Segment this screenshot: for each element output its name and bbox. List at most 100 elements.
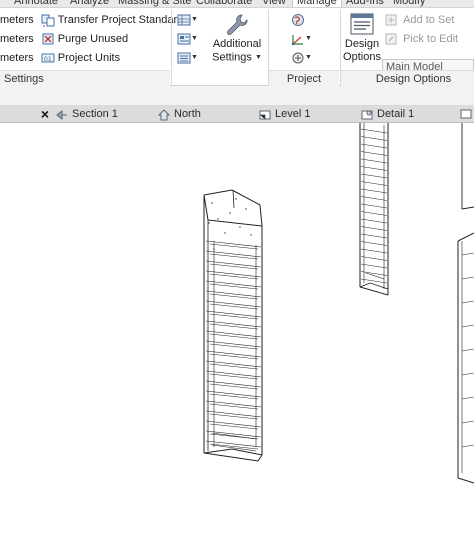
model-point bbox=[224, 232, 226, 234]
3d-view-canvas[interactable] bbox=[0, 123, 474, 535]
model-edge bbox=[209, 253, 259, 260]
transfer-standards-icon bbox=[41, 13, 55, 28]
pick-to-edit-label: Pick to Edit bbox=[403, 33, 459, 46]
model-edge bbox=[360, 226, 388, 231]
model-point bbox=[250, 234, 252, 236]
model-edge bbox=[360, 173, 388, 179]
tab-view[interactable]: View bbox=[262, 0, 286, 7]
model-edge bbox=[360, 241, 388, 246]
model-edge bbox=[457, 477, 474, 484]
close-view-icon[interactable]: × bbox=[38, 106, 52, 123]
model-edge bbox=[209, 303, 259, 310]
parameters-label: meters bbox=[0, 14, 34, 26]
design-options-panel-title: Design Options bbox=[341, 70, 474, 86]
model-edge bbox=[207, 219, 263, 227]
model-point bbox=[213, 248, 215, 250]
view-tab-label: North bbox=[174, 108, 201, 120]
view-tab-overflow[interactable] bbox=[460, 106, 474, 123]
tab-annotate[interactable]: Annotate bbox=[14, 0, 58, 7]
model-edge bbox=[209, 263, 259, 270]
model-edge bbox=[203, 452, 259, 462]
model-edge bbox=[360, 271, 388, 276]
add-to-set-icon bbox=[384, 13, 398, 27]
design-options-label-2: Options bbox=[343, 51, 381, 63]
model-point bbox=[217, 218, 219, 220]
model-edge bbox=[209, 343, 259, 350]
project-units-button[interactable]: meters 01 Project Units bbox=[0, 49, 120, 67]
purge-icon bbox=[41, 32, 55, 46]
globe-icon bbox=[291, 13, 305, 27]
additional-settings-label-1: Additional bbox=[212, 38, 262, 50]
transfer-project-standards-button[interactable]: meters Transfer Project Standards bbox=[0, 11, 189, 29]
additional-settings-label-2: Settings bbox=[212, 51, 252, 64]
view-tab-label: Section 1 bbox=[72, 108, 118, 120]
model-edge bbox=[360, 218, 388, 224]
model-edge bbox=[457, 232, 474, 242]
model-edge bbox=[209, 323, 259, 330]
view-tab-detail-1[interactable]: Detail 1 bbox=[361, 106, 414, 123]
model-edge bbox=[209, 363, 259, 370]
model-edge bbox=[360, 256, 388, 261]
model-edge bbox=[360, 136, 388, 141]
small-settings-dropdown-1[interactable]: ▼ bbox=[177, 11, 198, 29]
view-tab-bar: × Section 1 North Level 1 Detail 1 bbox=[0, 106, 474, 123]
coordinates-dropdown[interactable]: ▼ bbox=[291, 30, 312, 48]
model-edge bbox=[360, 248, 388, 254]
purge-unused-button[interactable]: meters Purge Unused bbox=[0, 30, 128, 48]
tab-massing-site[interactable]: Massing & Site bbox=[118, 0, 191, 7]
position-dropdown[interactable]: ▼ bbox=[291, 49, 312, 67]
location-button[interactable] bbox=[291, 11, 305, 29]
chevron-down-icon: ▼ bbox=[305, 54, 312, 62]
model-point bbox=[239, 226, 241, 228]
parameters-label: meters bbox=[0, 52, 34, 64]
coordinates-icon bbox=[291, 32, 305, 46]
panel-separator bbox=[171, 10, 172, 86]
tab-analyze[interactable]: Analyze bbox=[70, 0, 109, 7]
model-edge bbox=[360, 158, 388, 164]
tab-manage[interactable]: Manage bbox=[292, 0, 342, 7]
pick-to-edit-icon bbox=[384, 32, 398, 46]
view-tab-north[interactable]: North bbox=[157, 106, 201, 123]
model-edge bbox=[360, 203, 388, 209]
project-units-label: Project Units bbox=[57, 52, 121, 65]
additional-settings-button[interactable]: Additional Settings ▼ bbox=[208, 12, 266, 64]
model-edge bbox=[259, 204, 263, 227]
model-edge bbox=[203, 189, 233, 196]
model-edge bbox=[461, 300, 474, 304]
chevron-down-icon: ▼ bbox=[191, 35, 198, 43]
model-edge bbox=[231, 189, 261, 206]
model-edge bbox=[209, 313, 259, 320]
model-edge bbox=[461, 324, 474, 328]
add-to-set-button[interactable]: Add to Set bbox=[384, 11, 454, 29]
model-edge bbox=[257, 454, 263, 462]
line-styles-icon bbox=[177, 51, 191, 65]
object-styles-icon bbox=[177, 32, 191, 46]
model-edge bbox=[461, 444, 474, 448]
model-edge bbox=[209, 283, 259, 290]
view-icon bbox=[460, 108, 472, 120]
ribbon-gap-strip bbox=[0, 86, 474, 106]
model-edge bbox=[360, 151, 388, 156]
design-options-button[interactable]: Design Options bbox=[342, 10, 382, 64]
position-icon bbox=[291, 51, 305, 65]
view-tab-level-1[interactable]: Level 1 bbox=[259, 106, 310, 123]
3d-model-drawing bbox=[203, 123, 474, 484]
tab-modify[interactable]: Modify bbox=[393, 0, 425, 7]
model-edge bbox=[360, 233, 388, 239]
model-edge bbox=[360, 143, 388, 149]
model-point bbox=[245, 208, 247, 210]
svg-text:01: 01 bbox=[44, 56, 52, 63]
tab-collaborate[interactable]: Collaborate bbox=[196, 0, 252, 7]
view-tab-section-1[interactable]: Section 1 bbox=[56, 106, 118, 123]
design-options-icon bbox=[342, 10, 382, 38]
model-edge bbox=[360, 188, 388, 194]
small-settings-dropdown-3[interactable]: ▼ bbox=[177, 49, 198, 67]
floor-plan-icon bbox=[259, 109, 271, 121]
chevron-down-icon: ▼ bbox=[254, 54, 262, 61]
model-edge bbox=[232, 189, 235, 209]
small-settings-dropdown-2[interactable]: ▼ bbox=[177, 30, 198, 48]
pick-to-edit-button[interactable]: Pick to Edit bbox=[384, 30, 458, 48]
model-point bbox=[208, 222, 210, 224]
elevation-view-icon bbox=[157, 108, 171, 121]
tab-add-ins[interactable]: Add-Ins bbox=[346, 0, 384, 7]
